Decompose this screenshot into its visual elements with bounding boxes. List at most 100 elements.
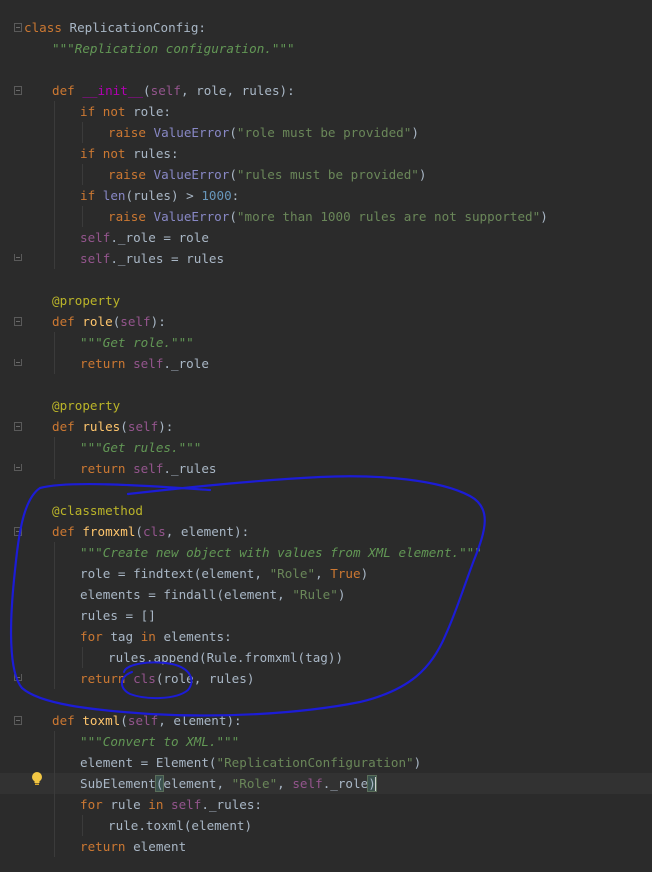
fold-marker-icon[interactable] xyxy=(14,86,22,95)
code-token: ) xyxy=(411,125,419,140)
code-line[interactable]: return self._rules xyxy=(0,458,652,479)
code-line[interactable]: @classmethod xyxy=(0,500,652,521)
code-line[interactable]: @property xyxy=(0,395,652,416)
code-line[interactable]: raise ValueError("more than 1000 rules a… xyxy=(0,206,652,227)
code-text: if len(rules) > 1000: xyxy=(80,185,239,206)
code-line[interactable]: if not role: xyxy=(0,101,652,122)
code-token: cls xyxy=(143,524,166,539)
code-line[interactable] xyxy=(0,689,652,710)
code-token: elements = findall(element, xyxy=(80,587,293,602)
code-token: raise xyxy=(108,125,154,140)
code-token: ) xyxy=(337,587,346,602)
indent-guide xyxy=(54,794,55,815)
code-line[interactable]: raise ValueError("rules must be provided… xyxy=(0,164,652,185)
code-line[interactable]: raise ValueError("role must be provided"… xyxy=(0,122,652,143)
code-line[interactable]: """Get role.""" xyxy=(0,332,652,353)
code-token: "Rule" xyxy=(292,587,338,602)
code-line[interactable] xyxy=(0,269,652,290)
code-text: raise ValueError("more than 1000 rules a… xyxy=(108,206,548,227)
indent-guide xyxy=(54,626,55,647)
code-line[interactable]: """Get rules.""" xyxy=(0,437,652,458)
code-line[interactable]: class ReplicationConfig: xyxy=(0,17,652,38)
code-line[interactable]: return self._role xyxy=(0,353,652,374)
indent-guide xyxy=(54,773,55,794)
code-text: role = findtext(element, "Role", True) xyxy=(80,563,368,584)
code-line[interactable]: elements = findall(element, "Rule") xyxy=(0,584,652,605)
code-line[interactable]: rule.toxml(element) xyxy=(0,815,652,836)
code-token: , role, rules): xyxy=(180,83,295,98)
code-text: """Get role.""" xyxy=(80,332,194,353)
code-line[interactable]: role = findtext(element, "Role", True) xyxy=(0,563,652,584)
code-line[interactable]: def rules(self): xyxy=(0,416,652,437)
indent-guide xyxy=(54,836,55,857)
code-token: return xyxy=(80,356,134,371)
code-line[interactable] xyxy=(0,59,652,80)
code-token: rule xyxy=(110,797,149,812)
code-token: rules: xyxy=(133,146,179,161)
code-line[interactable]: for rule in self._rules: xyxy=(0,794,652,815)
code-token: self xyxy=(292,776,323,791)
code-line[interactable]: if not rules: xyxy=(0,143,652,164)
code-editor[interactable]: class ReplicationConfig: """Replication c… xyxy=(0,0,652,872)
code-line[interactable]: return element xyxy=(0,836,652,857)
code-line[interactable]: SubElement(element, "Role", self._role) xyxy=(0,773,652,794)
code-token: , xyxy=(315,566,331,581)
code-text: def rules(self): xyxy=(52,416,173,437)
code-token: return xyxy=(80,839,134,854)
code-line[interactable]: """Replication configuration.""" xyxy=(0,38,652,59)
code-line[interactable] xyxy=(0,374,652,395)
indent-guide xyxy=(82,122,83,143)
code-text: raise ValueError("rules must be provided… xyxy=(108,164,427,185)
fold-marker-icon[interactable] xyxy=(14,23,22,32)
fold-marker-icon[interactable] xyxy=(14,464,22,471)
code-token: "Role" xyxy=(231,776,278,791)
code-token: class xyxy=(24,20,70,35)
code-line[interactable]: return cls(role, rules) xyxy=(0,668,652,689)
indent-guide xyxy=(54,164,55,185)
code-line[interactable]: self._rules = rules xyxy=(0,248,652,269)
code-token: ._rules = rules xyxy=(110,251,225,266)
fold-marker-icon[interactable] xyxy=(14,254,22,261)
code-line[interactable]: for tag in elements: xyxy=(0,626,652,647)
code-line[interactable]: def fromxml(cls, element): xyxy=(0,521,652,542)
code-line[interactable]: def toxml(self, element): xyxy=(0,710,652,731)
code-text: rule.toxml(element) xyxy=(108,815,252,836)
fold-marker-icon[interactable] xyxy=(14,674,22,681)
code-line[interactable]: def role(self): xyxy=(0,311,652,332)
indent-guide xyxy=(82,815,83,836)
fold-marker-icon[interactable] xyxy=(14,422,22,431)
code-line[interactable] xyxy=(0,479,652,500)
code-line[interactable]: """Convert to XML.""" xyxy=(0,731,652,752)
code-line[interactable]: rules = [] xyxy=(0,605,652,626)
indent-guide xyxy=(54,647,55,668)
fold-marker-icon[interactable] xyxy=(14,359,22,366)
fold-marker-icon[interactable] xyxy=(14,716,22,725)
code-token: ) xyxy=(360,566,369,581)
code-line[interactable]: rules.append(Rule.fromxml(tag)) xyxy=(0,647,652,668)
code-token: """Create new object with values from XM… xyxy=(80,545,482,560)
indent-guide xyxy=(54,731,55,752)
code-token: if not xyxy=(80,104,134,119)
code-line[interactable]: """Create new object with values from XM… xyxy=(0,542,652,563)
indent-guide xyxy=(54,206,55,227)
code-token: ( xyxy=(143,83,151,98)
lightbulb-icon[interactable] xyxy=(30,771,44,787)
code-token: tag xyxy=(110,629,141,644)
code-token: rule.toxml(element) xyxy=(108,818,253,833)
code-token: role xyxy=(82,314,113,329)
code-text: rules = [] xyxy=(80,605,156,626)
code-line[interactable]: if len(rules) > 1000: xyxy=(0,185,652,206)
code-token: ._role xyxy=(322,776,369,791)
code-line[interactable]: element = Element("ReplicationConfigurat… xyxy=(0,752,652,773)
code-token: elements: xyxy=(163,629,232,644)
indent-guide xyxy=(54,542,55,563)
code-text: SubElement(element, "Role", self._role) xyxy=(80,773,377,794)
code-line[interactable]: def __init__(self, role, rules): xyxy=(0,80,652,101)
indent-guide xyxy=(54,584,55,605)
fold-marker-icon[interactable] xyxy=(14,527,22,536)
fold-marker-icon[interactable] xyxy=(14,317,22,326)
code-token: self xyxy=(80,251,111,266)
code-token: def xyxy=(52,419,83,434)
code-line[interactable]: @property xyxy=(0,290,652,311)
code-line[interactable]: self._role = role xyxy=(0,227,652,248)
